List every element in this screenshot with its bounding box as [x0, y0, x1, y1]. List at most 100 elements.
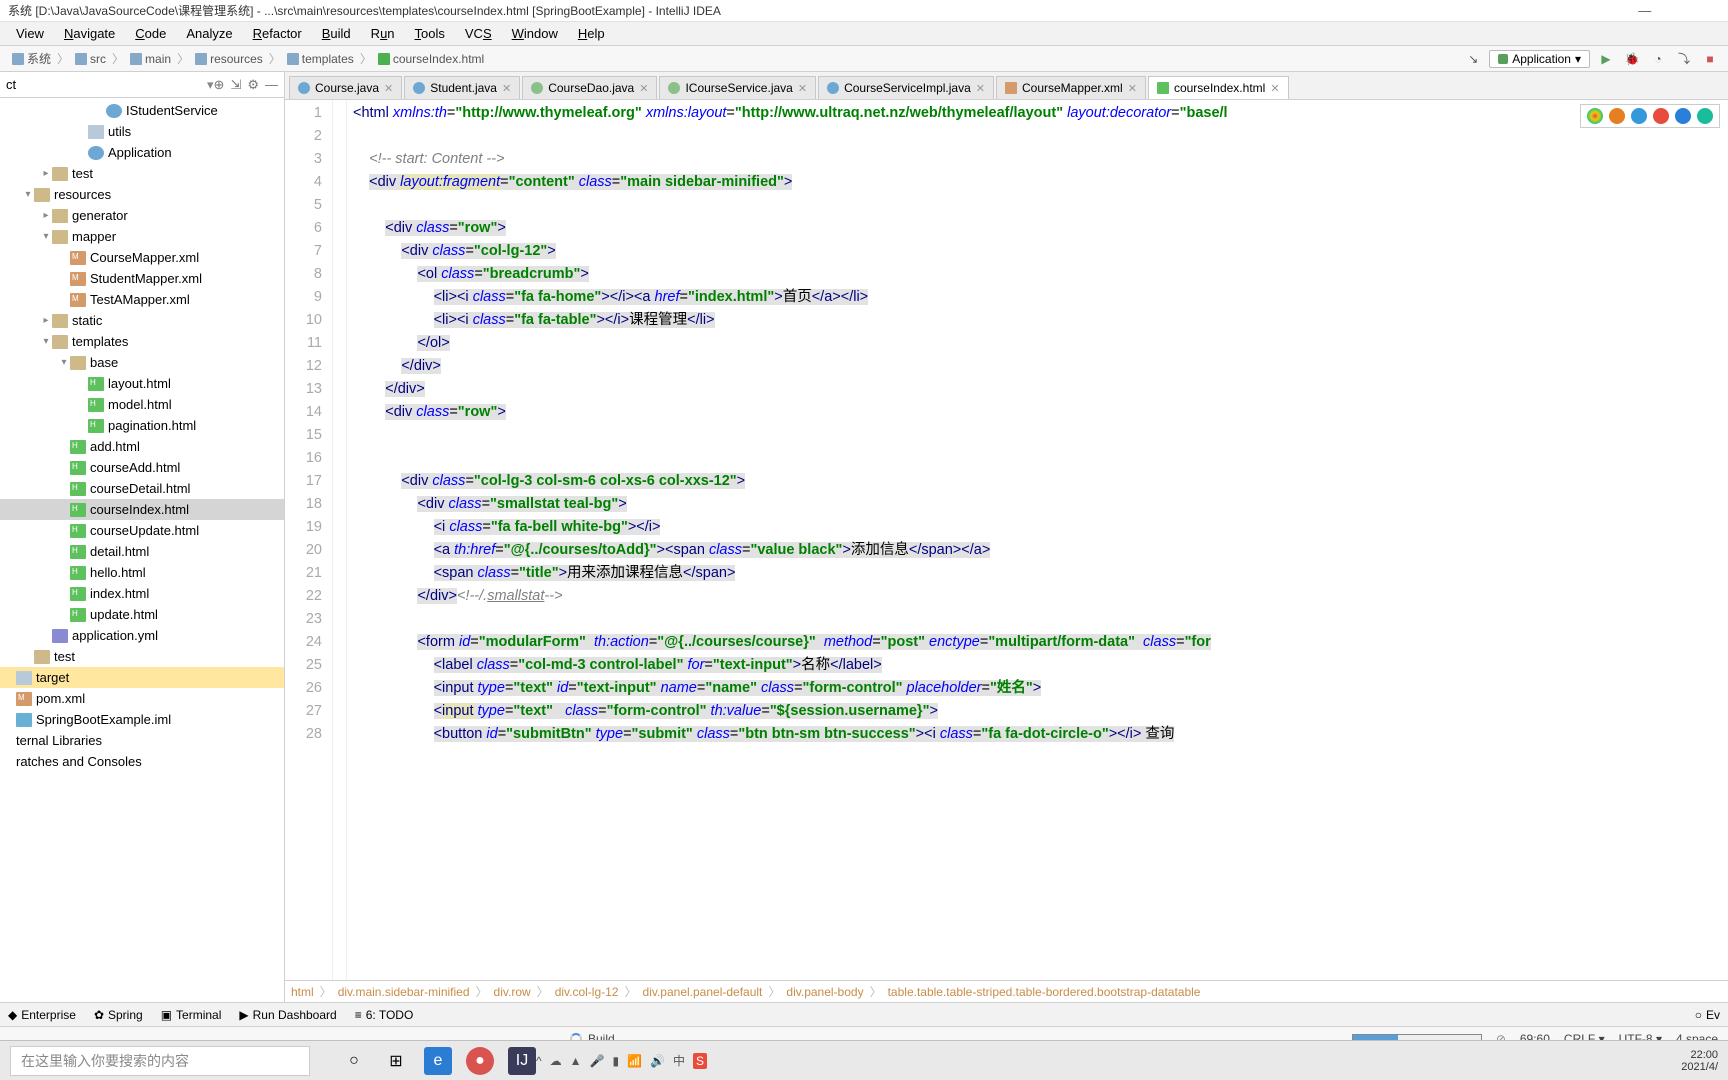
tree-row[interactable]: ▸generator — [0, 205, 284, 226]
tree-row[interactable]: target — [0, 667, 284, 688]
project-tree[interactable]: IStudentServiceutilsApplication▸test▾res… — [0, 98, 284, 1002]
tab-close-icon[interactable]: ✕ — [384, 82, 393, 95]
tree-row[interactable]: ▾resources — [0, 184, 284, 205]
structure-crumb[interactable]: table.table.table-striped.table-bordered… — [888, 985, 1201, 999]
tree-row[interactable]: courseAdd.html — [0, 457, 284, 478]
tool-run-dashboard[interactable]: ▶ Run Dashboard — [239, 1008, 336, 1022]
tree-row[interactable]: pom.xml — [0, 688, 284, 709]
tree-row[interactable]: ▾templates — [0, 331, 284, 352]
structure-crumb[interactable]: div.main.sidebar-minified — [338, 985, 470, 999]
tree-row[interactable]: test — [0, 646, 284, 667]
locate-icon[interactable]: ⊕ — [214, 77, 225, 93]
breadcrumb-item[interactable]: 系统 — [8, 50, 55, 67]
tool-event-log[interactable]: ○ Ev — [1695, 1008, 1720, 1022]
menu-refactor[interactable]: Refactor — [245, 24, 310, 43]
editor-tab[interactable]: courseIndex.html✕ — [1148, 76, 1289, 99]
tree-row[interactable]: SpringBootExample.iml — [0, 709, 284, 730]
tree-row[interactable]: ▸static — [0, 310, 284, 331]
tree-row[interactable]: add.html — [0, 436, 284, 457]
tree-row[interactable]: layout.html — [0, 373, 284, 394]
system-clock[interactable]: 22:00 2021/4/ — [1681, 1049, 1718, 1073]
editor-tab[interactable]: Student.java✕ — [404, 76, 520, 99]
windows-search-input[interactable]: 在这里输入你要搜索的内容 — [10, 1046, 310, 1076]
tab-close-icon[interactable]: ✕ — [798, 82, 807, 95]
editor[interactable]: 1234567891011121314151617181920212223242… — [285, 100, 1728, 980]
safari-icon[interactable] — [1631, 108, 1647, 124]
tree-row[interactable]: update.html — [0, 604, 284, 625]
run-button[interactable]: ▶ — [1596, 49, 1616, 69]
menu-window[interactable]: Window — [504, 24, 566, 43]
tree-row[interactable]: model.html — [0, 394, 284, 415]
opera-icon[interactable] — [1653, 108, 1669, 124]
collapse-icon[interactable]: ⇲ — [230, 77, 241, 93]
editor-tab[interactable]: Course.java✕ — [289, 76, 402, 99]
tray-up-icon[interactable]: ^ — [536, 1054, 542, 1068]
tree-row[interactable]: ▾mapper — [0, 226, 284, 247]
tool-spring[interactable]: ✿ Spring — [94, 1008, 143, 1022]
tree-row[interactable]: ratches and Consoles — [0, 751, 284, 772]
tab-close-icon[interactable]: ✕ — [1128, 82, 1137, 95]
tray-onedrive-icon[interactable]: ▲ — [570, 1054, 582, 1068]
tray-mic-icon[interactable]: 🎤 — [590, 1054, 605, 1068]
menu-analyze[interactable]: Analyze — [178, 24, 240, 43]
editor-tab[interactable]: CourseDao.java✕ — [522, 76, 657, 99]
tree-row[interactable]: ▸test — [0, 163, 284, 184]
menu-navigate[interactable]: Navigate — [56, 24, 123, 43]
record-icon[interactable]: ● — [466, 1047, 494, 1075]
tree-row[interactable]: TestAMapper.xml — [0, 289, 284, 310]
tree-row[interactable]: index.html — [0, 583, 284, 604]
tool-todo[interactable]: ≡ 6: TODO — [355, 1008, 414, 1022]
minimize-icon[interactable]: — — [1638, 3, 1651, 19]
tree-row[interactable]: hello.html — [0, 562, 284, 583]
tab-close-icon[interactable]: ✕ — [639, 82, 648, 95]
chrome-icon[interactable] — [1587, 108, 1603, 124]
tree-row[interactable]: application.yml — [0, 625, 284, 646]
tab-close-icon[interactable]: ✕ — [502, 82, 511, 95]
structure-crumb[interactable]: div.panel.panel-default — [643, 985, 763, 999]
code-area[interactable]: <html xmlns:th="http://www.thymeleaf.org… — [347, 100, 1728, 980]
tree-row[interactable]: IStudentService — [0, 100, 284, 121]
editor-tab[interactable]: ICourseService.java✕ — [659, 76, 816, 99]
cortana-icon[interactable]: ○ — [340, 1047, 368, 1075]
tray-volume-icon[interactable]: 🔊 — [650, 1054, 665, 1068]
structure-crumb[interactable]: html — [291, 985, 314, 999]
tool-enterprise[interactable]: ◆ Enterprise — [8, 1008, 76, 1022]
gear-icon[interactable]: ⚙ — [247, 77, 259, 93]
tree-row[interactable]: StudentMapper.xml — [0, 268, 284, 289]
breadcrumb-item[interactable]: resources — [191, 52, 267, 66]
menu-view[interactable]: View — [8, 24, 52, 43]
tree-row[interactable]: courseUpdate.html — [0, 520, 284, 541]
tree-row[interactable]: Application — [0, 142, 284, 163]
tray-ime-icon[interactable]: 中 — [673, 1052, 685, 1069]
edge-taskbar-icon[interactable]: e — [424, 1047, 452, 1075]
tray-battery-icon[interactable]: ▮ — [612, 1054, 619, 1068]
tree-row[interactable]: utils — [0, 121, 284, 142]
editor-tab[interactable]: CourseMapper.xml✕ — [996, 76, 1146, 99]
debug-button[interactable]: 🐞 — [1622, 49, 1642, 69]
edge-icon[interactable] — [1697, 108, 1713, 124]
breadcrumb-item[interactable]: main — [126, 52, 175, 66]
tree-row[interactable]: ▾base — [0, 352, 284, 373]
ie-icon[interactable] — [1675, 108, 1691, 124]
breadcrumb-item[interactable]: src — [71, 52, 110, 66]
menu-tools[interactable]: Tools — [407, 24, 453, 43]
breadcrumb-item[interactable]: templates — [283, 52, 358, 66]
build-icon[interactable]: ↘ — [1463, 49, 1483, 69]
attach-button[interactable]: ⤵ — [1674, 49, 1694, 69]
editor-tab[interactable]: CourseServiceImpl.java✕ — [818, 76, 994, 99]
tray-wifi-icon[interactable]: 📶 — [627, 1054, 642, 1068]
tree-row[interactable]: courseDetail.html — [0, 478, 284, 499]
tray-cloud-icon[interactable]: ☁ — [550, 1054, 562, 1068]
structure-crumb[interactable]: div.col-lg-12 — [555, 985, 619, 999]
tree-row[interactable]: CourseMapper.xml — [0, 247, 284, 268]
tree-row[interactable]: detail.html — [0, 541, 284, 562]
tab-close-icon[interactable]: ✕ — [976, 82, 985, 95]
menu-code[interactable]: Code — [127, 24, 174, 43]
tool-terminal[interactable]: ▣ Terminal — [161, 1008, 222, 1022]
coverage-button[interactable]: ◔ — [1648, 49, 1668, 69]
tree-row[interactable]: courseIndex.html — [0, 499, 284, 520]
tab-close-icon[interactable]: ✕ — [1270, 82, 1279, 95]
tray-input-icon[interactable]: S — [693, 1053, 707, 1069]
run-config-dropdown[interactable]: Application ▾ — [1489, 50, 1590, 68]
intellij-taskbar-icon[interactable]: IJ — [508, 1047, 536, 1075]
